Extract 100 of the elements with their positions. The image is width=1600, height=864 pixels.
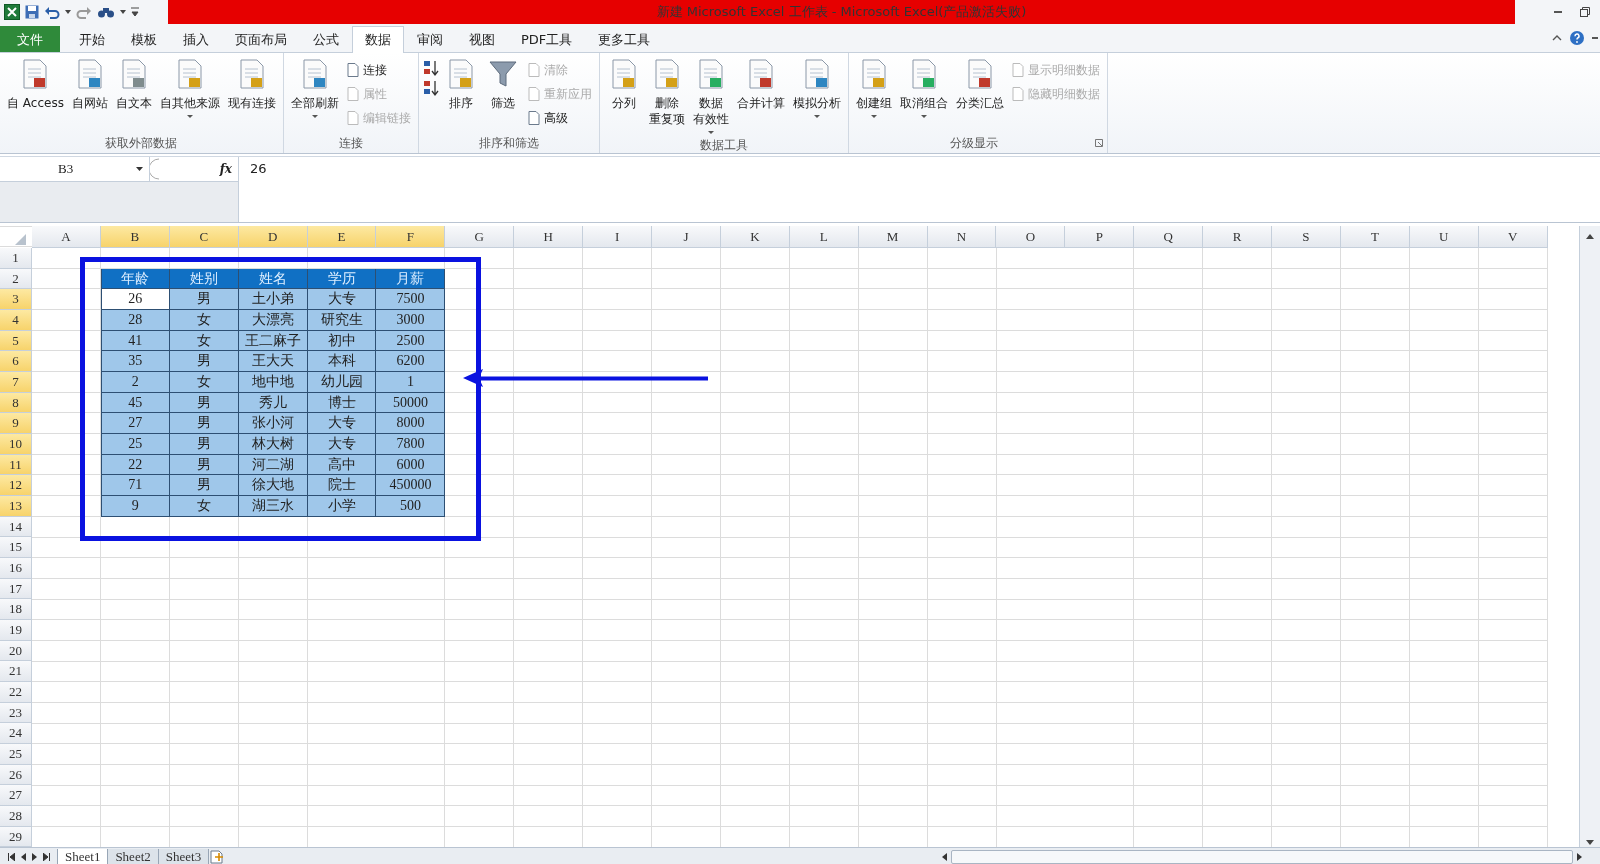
table-cell[interactable]: 大专 xyxy=(307,413,377,435)
new-sheet-icon[interactable] xyxy=(209,850,226,864)
column-header[interactable]: K xyxy=(720,226,790,248)
column-header[interactable]: G xyxy=(445,226,515,248)
table-cell[interactable]: 男 xyxy=(169,289,239,310)
table-cell[interactable]: 3000 xyxy=(376,310,446,331)
ribbon-button[interactable]: 连接 xyxy=(343,59,414,81)
redo-icon[interactable] xyxy=(76,5,92,19)
table-cell[interactable]: 7500 xyxy=(376,289,446,310)
table-cell[interactable]: 林大树 xyxy=(238,434,308,455)
row-header[interactable]: 17 xyxy=(0,578,32,600)
table-cell[interactable]: 本科 xyxy=(307,351,377,373)
ribbon-tab[interactable]: 页面布局 xyxy=(222,26,300,52)
table-cell[interactable]: 院士 xyxy=(307,475,377,497)
column-header[interactable]: C xyxy=(169,226,239,248)
row-header[interactable]: 2 xyxy=(0,268,32,290)
ribbon-button[interactable]: 排序 xyxy=(440,57,481,113)
table-cell[interactable]: 25 xyxy=(100,434,170,455)
row-header[interactable]: 1 xyxy=(0,248,32,269)
column-header[interactable]: A xyxy=(32,226,101,248)
table-cell[interactable]: 土小弟 xyxy=(238,289,308,310)
first-sheet-icon[interactable] xyxy=(8,853,15,862)
table-cell[interactable]: 1 xyxy=(376,372,446,393)
ribbon-tab[interactable]: 公式 xyxy=(300,26,352,52)
row-header[interactable]: 16 xyxy=(0,558,32,579)
table-cell[interactable]: 450000 xyxy=(376,475,446,497)
table-cell[interactable]: 湖三水 xyxy=(238,496,308,517)
table-cell[interactable]: 大专 xyxy=(307,289,377,310)
table-cell[interactable]: 35 xyxy=(100,351,170,373)
row-header[interactable]: 21 xyxy=(0,661,32,683)
table-cell[interactable]: 男 xyxy=(169,351,239,373)
table-cell[interactable]: 9 xyxy=(100,496,170,517)
ribbon-button[interactable]: 取消组合 xyxy=(896,57,951,120)
column-header[interactable]: M xyxy=(858,226,928,248)
column-header[interactable]: P xyxy=(1065,226,1135,248)
column-header[interactable]: D xyxy=(238,226,308,248)
column-header[interactable]: S xyxy=(1272,226,1341,248)
table-cell[interactable]: 男 xyxy=(169,434,239,455)
dialog-launcher-icon[interactable] xyxy=(1094,139,1103,147)
ribbon-button[interactable]: 自 Access xyxy=(4,57,67,113)
table-cell[interactable]: 地中地 xyxy=(238,372,308,393)
row-header[interactable]: 10 xyxy=(0,434,32,455)
customize-menu-icon[interactable] xyxy=(131,7,139,17)
table-cell[interactable]: 6000 xyxy=(376,454,446,476)
ribbon-tab[interactable]: 更多工具 xyxy=(585,26,664,52)
column-header[interactable]: T xyxy=(1340,226,1410,248)
ribbon-tab[interactable]: 审阅 xyxy=(404,26,456,52)
row-header[interactable]: 20 xyxy=(0,640,32,662)
table-cell[interactable]: 女 xyxy=(169,496,239,517)
table-cell[interactable]: 2 xyxy=(100,372,170,393)
row-header[interactable]: 18 xyxy=(0,599,32,621)
row-header[interactable]: 19 xyxy=(0,620,32,641)
ribbon-button[interactable]: 分列 xyxy=(603,57,644,113)
table-cell[interactable]: 8000 xyxy=(376,413,446,435)
row-header[interactable]: 9 xyxy=(0,413,32,435)
table-cell[interactable]: 28 xyxy=(100,310,170,331)
ribbon-button[interactable]: 分类汇总 xyxy=(952,57,1007,113)
last-sheet-icon[interactable] xyxy=(43,853,50,862)
undo-icon[interactable] xyxy=(44,5,60,19)
ribbon-button[interactable]: 筛选 xyxy=(482,57,523,113)
scroll-up-icon[interactable] xyxy=(1586,234,1594,239)
column-header[interactable]: U xyxy=(1409,226,1479,248)
scroll-left-icon[interactable] xyxy=(942,853,947,862)
previous-sheet-icon[interactable] xyxy=(21,853,26,862)
spreadsheet-logo-icon[interactable] xyxy=(4,4,20,20)
ribbon-button[interactable]: 自文本 xyxy=(112,57,155,113)
insert-function-button[interactable]: fx xyxy=(219,162,232,176)
table-cell[interactable]: 27 xyxy=(100,413,170,435)
table-cell[interactable]: 大漂亮 xyxy=(238,310,308,331)
column-header[interactable]: E xyxy=(307,226,377,248)
ribbon-tab[interactable]: 开始 xyxy=(66,26,118,52)
table-cell[interactable]: 7800 xyxy=(376,434,446,455)
ribbon-button[interactable]: 高级 xyxy=(524,107,595,129)
sheet-tab[interactable]: Sheet1 xyxy=(57,849,109,864)
row-header[interactable]: 23 xyxy=(0,702,32,724)
binoculars-icon[interactable] xyxy=(97,5,115,19)
scrollbar-thumb[interactable] xyxy=(951,850,1573,864)
formula-input[interactable]: 26 xyxy=(239,157,278,180)
row-header[interactable]: 13 xyxy=(0,496,32,517)
table-cell[interactable]: 研究生 xyxy=(307,310,377,331)
row-header[interactable]: 27 xyxy=(0,785,32,807)
ribbon-button[interactable]: 模拟分析 xyxy=(789,57,844,120)
caret-icon[interactable] xyxy=(65,10,71,14)
ribbon-tab[interactable]: PDF工具 xyxy=(508,26,586,52)
table-cell[interactable]: 女 xyxy=(169,372,239,393)
caret-icon[interactable] xyxy=(136,167,143,171)
ribbon-button[interactable]: 创建组 xyxy=(852,57,895,120)
table-cell[interactable]: 王大天 xyxy=(238,351,308,373)
column-header[interactable]: O xyxy=(996,226,1066,248)
collapse-ribbon-icon[interactable] xyxy=(1552,35,1562,41)
file-tab[interactable]: 文件 xyxy=(0,26,60,52)
sheet-tab[interactable]: Sheet2 xyxy=(107,849,159,864)
name-box[interactable]: B3 xyxy=(0,157,150,181)
ribbon-button[interactable]: 自网站 xyxy=(68,57,111,113)
row-header[interactable]: 29 xyxy=(0,826,32,848)
scroll-right-icon[interactable] xyxy=(1577,853,1582,862)
restore-icon[interactable] xyxy=(1580,7,1590,17)
table-cell[interactable]: 小学 xyxy=(307,496,377,517)
column-header[interactable]: B xyxy=(100,226,170,248)
ribbon-button[interactable]: 全部刷新 xyxy=(287,57,342,120)
